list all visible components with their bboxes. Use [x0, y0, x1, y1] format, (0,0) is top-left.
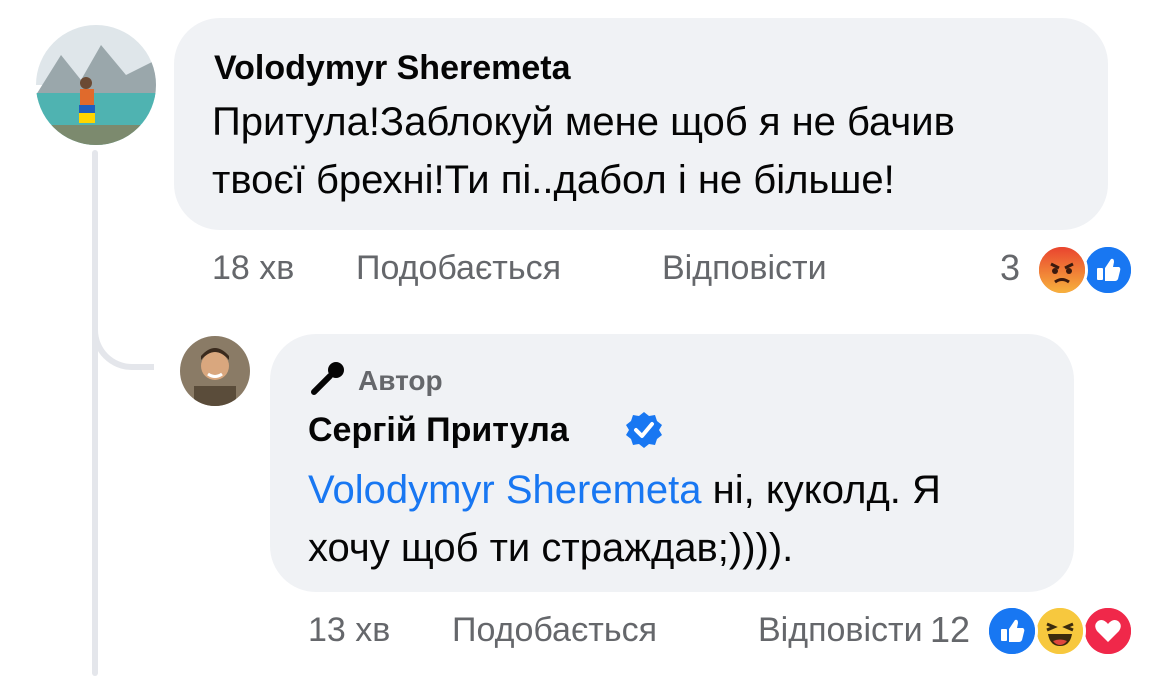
reply-text-line: хочу щоб ти страждав;)))). [308, 526, 794, 570]
reply-text-segment: ні, куколд. Я [701, 468, 941, 512]
angry-icon[interactable] [1036, 244, 1088, 296]
comment-text-line: Притула!Заблокуй мене щоб я не бачив [212, 100, 955, 144]
thread-connector [92, 300, 154, 370]
like-icon[interactable] [986, 605, 1038, 657]
like-icon[interactable] [1082, 244, 1134, 296]
reply-button[interactable]: Відповісти [662, 248, 827, 288]
reply-text-line: Volodymyr Sheremeta ні, куколд. Я [308, 462, 941, 518]
haha-icon[interactable] [1034, 605, 1086, 657]
comment-bubble: Volodymyr Sheremeta Притула!Заблокуй мен… [174, 18, 1108, 230]
reaction-count[interactable]: 12 [930, 610, 970, 650]
love-icon[interactable] [1082, 605, 1134, 657]
thread-line [92, 150, 98, 676]
verified-badge-icon [624, 410, 664, 450]
comment-author-name[interactable]: Volodymyr Sheremeta [214, 48, 571, 88]
like-button[interactable]: Подобається [452, 610, 657, 650]
commenter-avatar[interactable] [36, 25, 156, 145]
reply-author-name[interactable]: Сергій Притула [308, 410, 569, 450]
comment-text-line: твоєї брехні!Ти пі..дабол і не більше! [212, 158, 895, 202]
mention-link[interactable]: Volodymyr Sheremeta [308, 468, 702, 512]
microphone-icon [308, 360, 348, 400]
reaction-count[interactable]: 3 [1000, 248, 1020, 288]
reply-author-avatar[interactable] [180, 336, 250, 406]
reply-timestamp[interactable]: 13 хв [308, 610, 390, 650]
reply-bubble: Автор Сергій Притула Volodymyr Sheremeta… [270, 334, 1074, 592]
comment-timestamp[interactable]: 18 хв [212, 248, 294, 288]
author-badge-label: Автор [358, 365, 443, 396]
reply-button[interactable]: Відповісти [758, 610, 923, 650]
like-button[interactable]: Подобається [356, 248, 561, 288]
